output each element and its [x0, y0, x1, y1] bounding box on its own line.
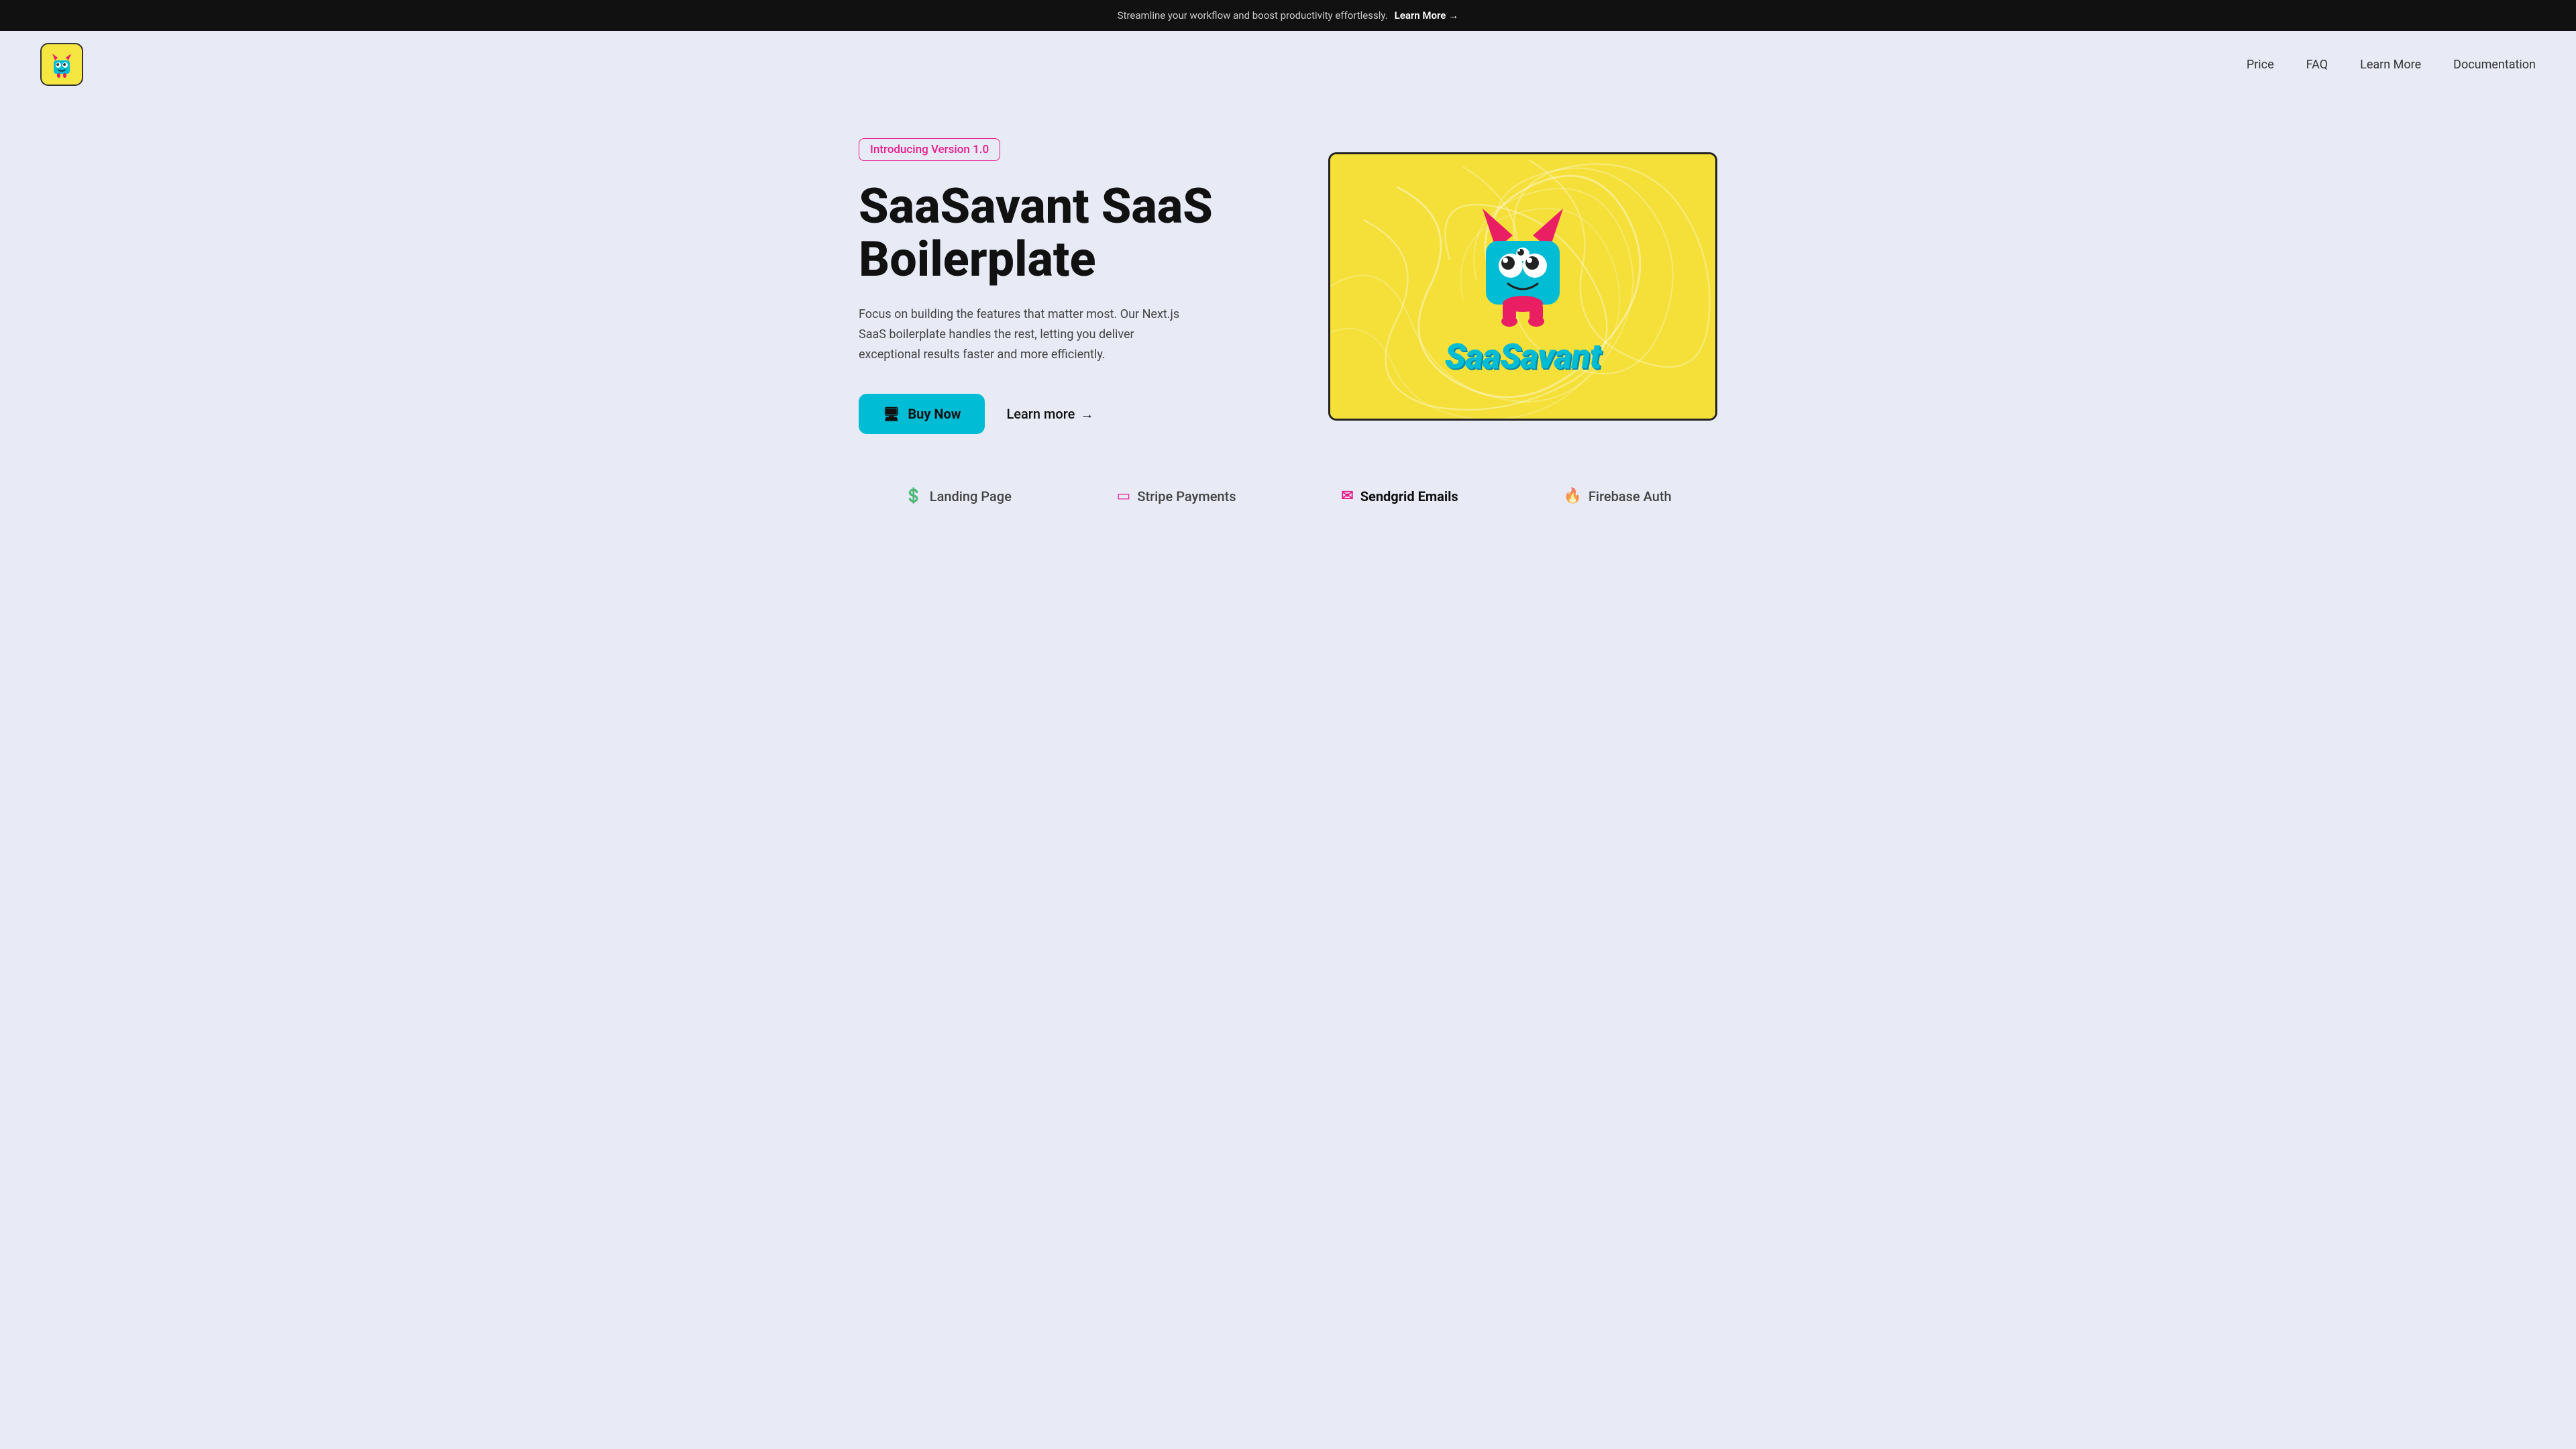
feature-firebase: 🔥 Firebase Auth [1563, 488, 1671, 504]
feature-firebase-label: Firebase Auth [1589, 488, 1672, 504]
features-bar: 💲 Landing Page ▭ Stripe Payments ✉ Sendg… [818, 461, 1758, 531]
announcement-text: Streamline your workflow and boost produ… [1118, 9, 1388, 21]
announcement-bar: Streamline your workflow and boost produ… [0, 0, 2576, 31]
feature-stripe: ▭ Stripe Payments [1117, 488, 1236, 504]
hero-image-area: SaaSavant [1315, 152, 1717, 421]
feature-sendgrid-label: Sendgrid Emails [1360, 488, 1458, 504]
hero-image-container: SaaSavant [1328, 152, 1717, 421]
hero-description: Focus on building the features that matt… [859, 305, 1194, 364]
hero-actions: 🖥 Buy Now Learn more → [859, 394, 1248, 434]
learn-more-hero-link[interactable]: Learn more → [1006, 406, 1093, 423]
version-badge: Introducing Version 1.0 [859, 138, 1000, 161]
feature-sendgrid: ✉ Sendgrid Emails [1341, 488, 1458, 504]
mascot-container: SaaSavant [1330, 154, 1715, 419]
nav-documentation[interactable]: Documentation [2453, 58, 2536, 72]
version-badge-text: Introducing Version 1.0 [870, 143, 989, 156]
mascot-brand-text: SaaSavant [1445, 336, 1601, 377]
logo-image [42, 44, 82, 85]
buy-icon: 🖥 [883, 406, 900, 422]
navbar: Price FAQ Learn More Documentation [0, 31, 2576, 98]
nav-learn-more[interactable]: Learn More [2360, 58, 2421, 72]
logo[interactable] [40, 43, 83, 86]
mascot-svg [1462, 195, 1583, 329]
feature-landing-page: 💲 Landing Page [904, 488, 1011, 504]
nav-faq[interactable]: FAQ [2306, 58, 2328, 72]
buy-now-button[interactable]: 🖥 Buy Now [859, 394, 985, 434]
sendgrid-icon: ✉ [1341, 488, 1353, 504]
feature-stripe-label: Stripe Payments [1137, 488, 1236, 504]
hero-content: Introducing Version 1.0 SaaSavant SaaS B… [859, 138, 1248, 434]
feature-landing-page-label: Landing Page [930, 488, 1012, 504]
nav-links: Price FAQ Learn More Documentation [2247, 58, 2536, 72]
announcement-cta[interactable]: Learn More → [1395, 9, 1459, 21]
hero-title: SaaSavant SaaS Boilerplate [859, 180, 1248, 286]
stripe-icon: ▭ [1117, 488, 1131, 504]
firebase-icon: 🔥 [1563, 488, 1581, 504]
hero-section: Introducing Version 1.0 SaaSavant SaaS B… [818, 98, 1758, 461]
landing-page-icon: 💲 [904, 488, 922, 504]
logo-svg [44, 47, 79, 82]
nav-price[interactable]: Price [2247, 58, 2274, 72]
